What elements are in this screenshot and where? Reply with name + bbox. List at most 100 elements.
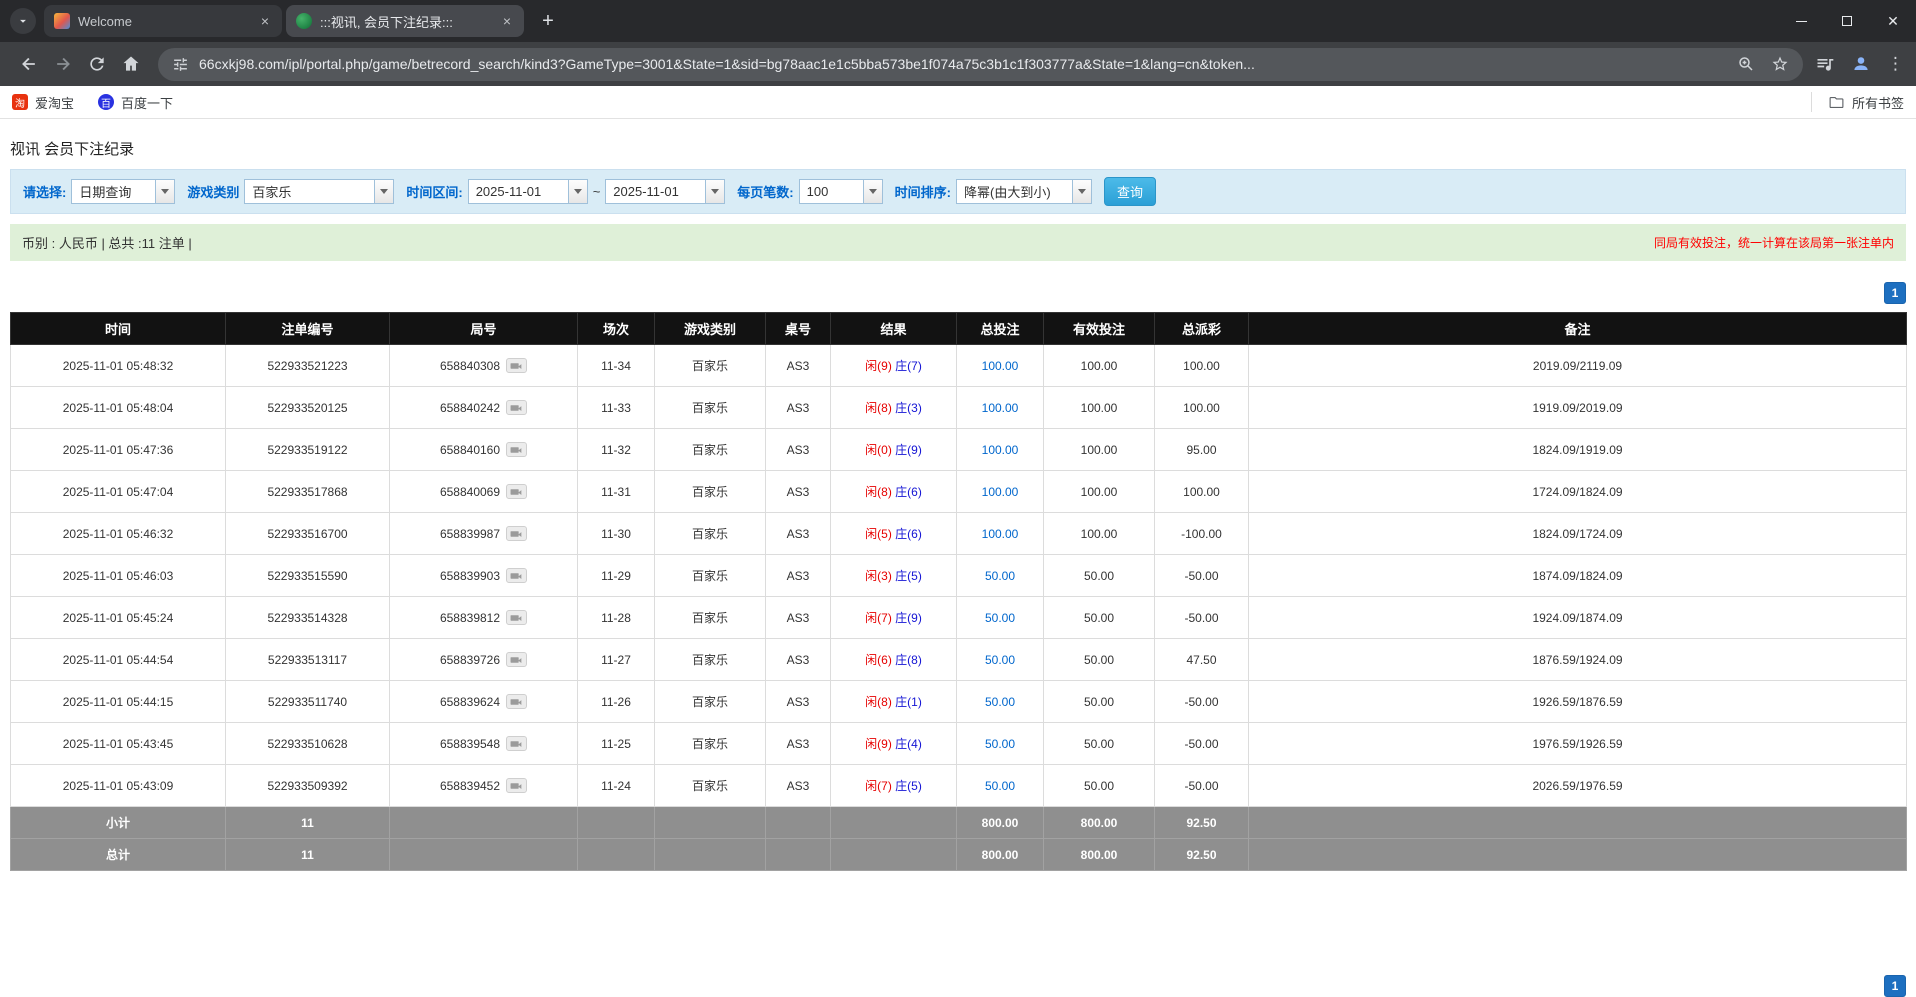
total-bet-link[interactable]: 50.00	[985, 695, 1015, 709]
betrecord-page: 视讯 会员下注纪录 请选择: 日期查询 游戏类别 百家乐 时间区间: 2025-…	[0, 119, 1916, 989]
close-icon: ✕	[1887, 14, 1899, 28]
cell-table-no: AS3	[766, 513, 831, 555]
zoom-icon[interactable]	[1737, 55, 1755, 73]
page-size-select[interactable]: 100	[799, 179, 883, 204]
page-1-button[interactable]: 1	[1884, 282, 1906, 304]
total-bet-link[interactable]: 100.00	[982, 443, 1019, 457]
maximize-button[interactable]	[1824, 0, 1870, 42]
dropdown-arrow-icon[interactable]	[155, 180, 174, 203]
cell-game: 百家乐	[655, 513, 766, 555]
cell-game: 百家乐	[655, 345, 766, 387]
result-player: 闲(8)	[865, 485, 892, 499]
url-text[interactable]: 66cxkj98.com/ipl/portal.php/game/betreco…	[199, 56, 1727, 72]
cell-session: 11-32	[578, 429, 655, 471]
cell-total-bet: 50.00	[957, 639, 1044, 681]
cell-round: 658839548	[390, 723, 578, 765]
dropdown-arrow-icon[interactable]	[374, 180, 393, 203]
video-replay-icon[interactable]	[506, 358, 527, 373]
page-1-button[interactable]: 1	[1884, 975, 1906, 997]
total-bet-link[interactable]: 50.00	[985, 779, 1015, 793]
maximize-icon	[1842, 16, 1852, 26]
cell-total-bet: 50.00	[957, 681, 1044, 723]
address-bar[interactable]: 66cxkj98.com/ipl/portal.php/game/betreco…	[158, 48, 1803, 81]
total-bet-link[interactable]: 50.00	[985, 569, 1015, 583]
tab-close-icon[interactable]: ×	[498, 12, 516, 30]
video-replay-icon[interactable]	[506, 484, 527, 499]
dropdown-arrow-icon[interactable]	[705, 180, 724, 203]
cell-table-no: AS3	[766, 765, 831, 807]
cell-total-bet: 50.00	[957, 723, 1044, 765]
cell-round: 658839624	[390, 681, 578, 723]
forward-button[interactable]	[46, 47, 80, 81]
back-button[interactable]	[12, 47, 46, 81]
cell-remark: 2019.09/2119.09	[1249, 345, 1907, 387]
browser-toolbar: 66cxkj98.com/ipl/portal.php/game/betreco…	[0, 42, 1916, 86]
new-tab-button[interactable]: +	[534, 7, 562, 35]
tab-title: :::视讯, 会员下注纪录:::	[320, 12, 490, 31]
result-player: 闲(9)	[865, 737, 892, 751]
cell-total-bet: 100.00	[957, 471, 1044, 513]
tab-betrecord[interactable]: :::视讯, 会员下注纪录::: ×	[286, 5, 524, 37]
tab-close-icon[interactable]: ×	[256, 12, 274, 30]
cell-bet-id: 522933509392	[226, 765, 390, 807]
bookmark-aitaobao[interactable]: 淘 爱淘宝	[12, 93, 74, 112]
video-replay-icon[interactable]	[506, 442, 527, 457]
welcome-favicon-icon	[54, 13, 70, 29]
total-bet-link[interactable]: 100.00	[982, 359, 1019, 373]
result-banker: 庄(5)	[895, 569, 922, 583]
video-replay-icon[interactable]	[506, 526, 527, 541]
subtotal-count: 11	[226, 807, 390, 839]
date-to-select[interactable]: 2025-11-01	[605, 179, 725, 204]
sort-order-label: 时间排序:	[895, 182, 951, 201]
video-replay-icon[interactable]	[506, 694, 527, 709]
total-bet-link[interactable]: 100.00	[982, 527, 1019, 541]
cell-payout: 95.00	[1155, 429, 1249, 471]
result-banker: 庄(7)	[895, 359, 922, 373]
all-bookmarks-button[interactable]: 所有书签	[1811, 92, 1904, 112]
home-button[interactable]	[114, 47, 148, 81]
game-type-select[interactable]: 百家乐	[244, 179, 394, 204]
total-bet-link[interactable]: 50.00	[985, 737, 1015, 751]
cell-total-bet: 100.00	[957, 429, 1044, 471]
total-bet-link[interactable]: 50.00	[985, 653, 1015, 667]
bookmark-star-icon[interactable]	[1771, 55, 1789, 73]
cell-time: 2025-11-01 05:43:45	[11, 723, 226, 765]
minimize-button[interactable]	[1778, 0, 1824, 42]
video-replay-icon[interactable]	[506, 778, 527, 793]
cell-payout: -100.00	[1155, 513, 1249, 555]
site-settings-icon[interactable]	[172, 56, 189, 73]
cell-payout: -50.00	[1155, 765, 1249, 807]
dropdown-arrow-icon[interactable]	[568, 180, 587, 203]
video-replay-icon[interactable]	[506, 400, 527, 415]
close-button[interactable]: ✕	[1870, 0, 1916, 42]
dropdown-arrow-icon[interactable]	[863, 180, 882, 203]
cell-result: 闲(8) 庄(6)	[831, 471, 957, 513]
bookmark-baidu[interactable]: 百 百度一下	[98, 93, 173, 112]
bookmark-label: 爱淘宝	[35, 93, 74, 112]
tab-search-chevron-button[interactable]	[10, 8, 36, 34]
taobao-icon: 淘	[12, 94, 28, 110]
cell-valid-bet: 50.00	[1044, 681, 1155, 723]
back-arrow-icon	[19, 54, 39, 74]
total-bet-link[interactable]: 50.00	[985, 611, 1015, 625]
video-replay-icon[interactable]	[506, 736, 527, 751]
total-bet-link[interactable]: 100.00	[982, 401, 1019, 415]
round-number: 658839548	[440, 737, 500, 751]
video-replay-icon[interactable]	[506, 568, 527, 583]
sort-order-select[interactable]: 降幂(由大到小)	[956, 179, 1092, 204]
search-button[interactable]: 查询	[1104, 177, 1156, 206]
cell-round: 658840160	[390, 429, 578, 471]
profile-avatar[interactable]	[1849, 52, 1873, 76]
tab-welcome[interactable]: Welcome ×	[44, 5, 282, 37]
query-type-select[interactable]: 日期查询	[71, 179, 175, 204]
dropdown-arrow-icon[interactable]	[1072, 180, 1091, 203]
browser-menu-icon[interactable]: ⋮	[1887, 54, 1904, 74]
date-from-select[interactable]: 2025-11-01	[468, 179, 588, 204]
media-controls-icon[interactable]	[1815, 54, 1835, 74]
currency-summary-text: 币别 : 人民币 | 总共 :11 注单 |	[22, 233, 192, 252]
refresh-button[interactable]	[80, 47, 114, 81]
cell-session: 11-27	[578, 639, 655, 681]
video-replay-icon[interactable]	[506, 610, 527, 625]
video-replay-icon[interactable]	[506, 652, 527, 667]
total-bet-link[interactable]: 100.00	[982, 485, 1019, 499]
